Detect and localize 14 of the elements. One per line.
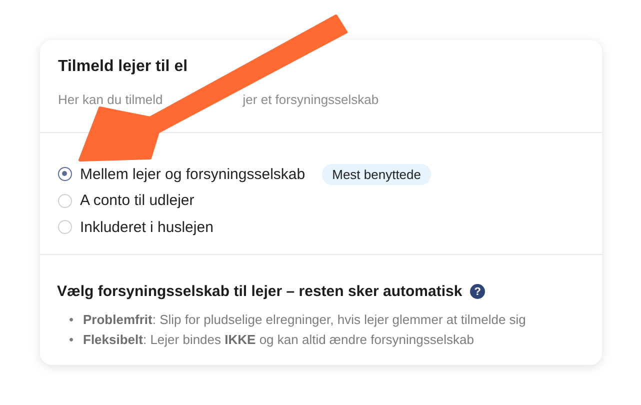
option-label[interactable]: Mellem lejer og forsyningsselskab	[80, 166, 306, 183]
info-heading: Vælg forsyningsselskab til lejer – resten sker automatisk	[57, 283, 462, 300]
radio-button[interactable]	[58, 167, 72, 182]
option-label[interactable]: A conto til udlejer	[80, 192, 194, 210]
help-icon[interactable]: ?	[470, 284, 486, 299]
bullet-marker: •	[69, 331, 75, 349]
badge: Mest benyttede	[322, 164, 431, 185]
option-label[interactable]: Inkluderet i huslejen	[80, 218, 214, 236]
card-subtitle: jer et forsyningsselskab	[242, 92, 379, 107]
bullet-text: Problemfrit: Slip for pludselige elregninger, hvis lejer glemmer at tilmelde sig	[83, 312, 526, 327]
card-title: Tilmeld lejer til el	[58, 58, 189, 76]
card-subtitle: Her kan du tilmeld	[58, 92, 163, 107]
bullet-text: Fleksibelt: Lejer bindes IKKE og kan altid ændre forsyningsselskab	[83, 332, 474, 347]
bullet-marker: •	[69, 311, 75, 329]
